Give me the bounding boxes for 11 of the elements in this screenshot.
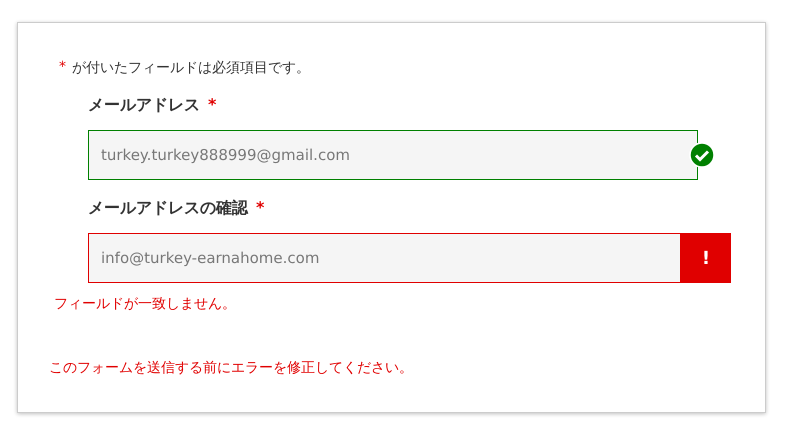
required-asterisk: * <box>208 95 216 116</box>
form-error: このフォームを送信する前にエラーを修正してください。 <box>49 359 414 377</box>
field-label: メールアドレス <box>88 95 200 116</box>
email-field[interactable]: turkey.turkey888999@gmail.com <box>88 130 698 180</box>
required-asterisk: * <box>59 59 66 77</box>
error-badge: ! <box>681 233 731 283</box>
required-note: が付いたフィールドは必須項目です。 <box>72 59 310 77</box>
required-asterisk: * <box>256 198 264 219</box>
email-field[interactable]: info@turkey-earnahome.com <box>88 233 681 283</box>
field-error: フィールドが一致しません。 <box>54 295 237 313</box>
field-label: メールアドレスの確認 <box>88 198 248 219</box>
